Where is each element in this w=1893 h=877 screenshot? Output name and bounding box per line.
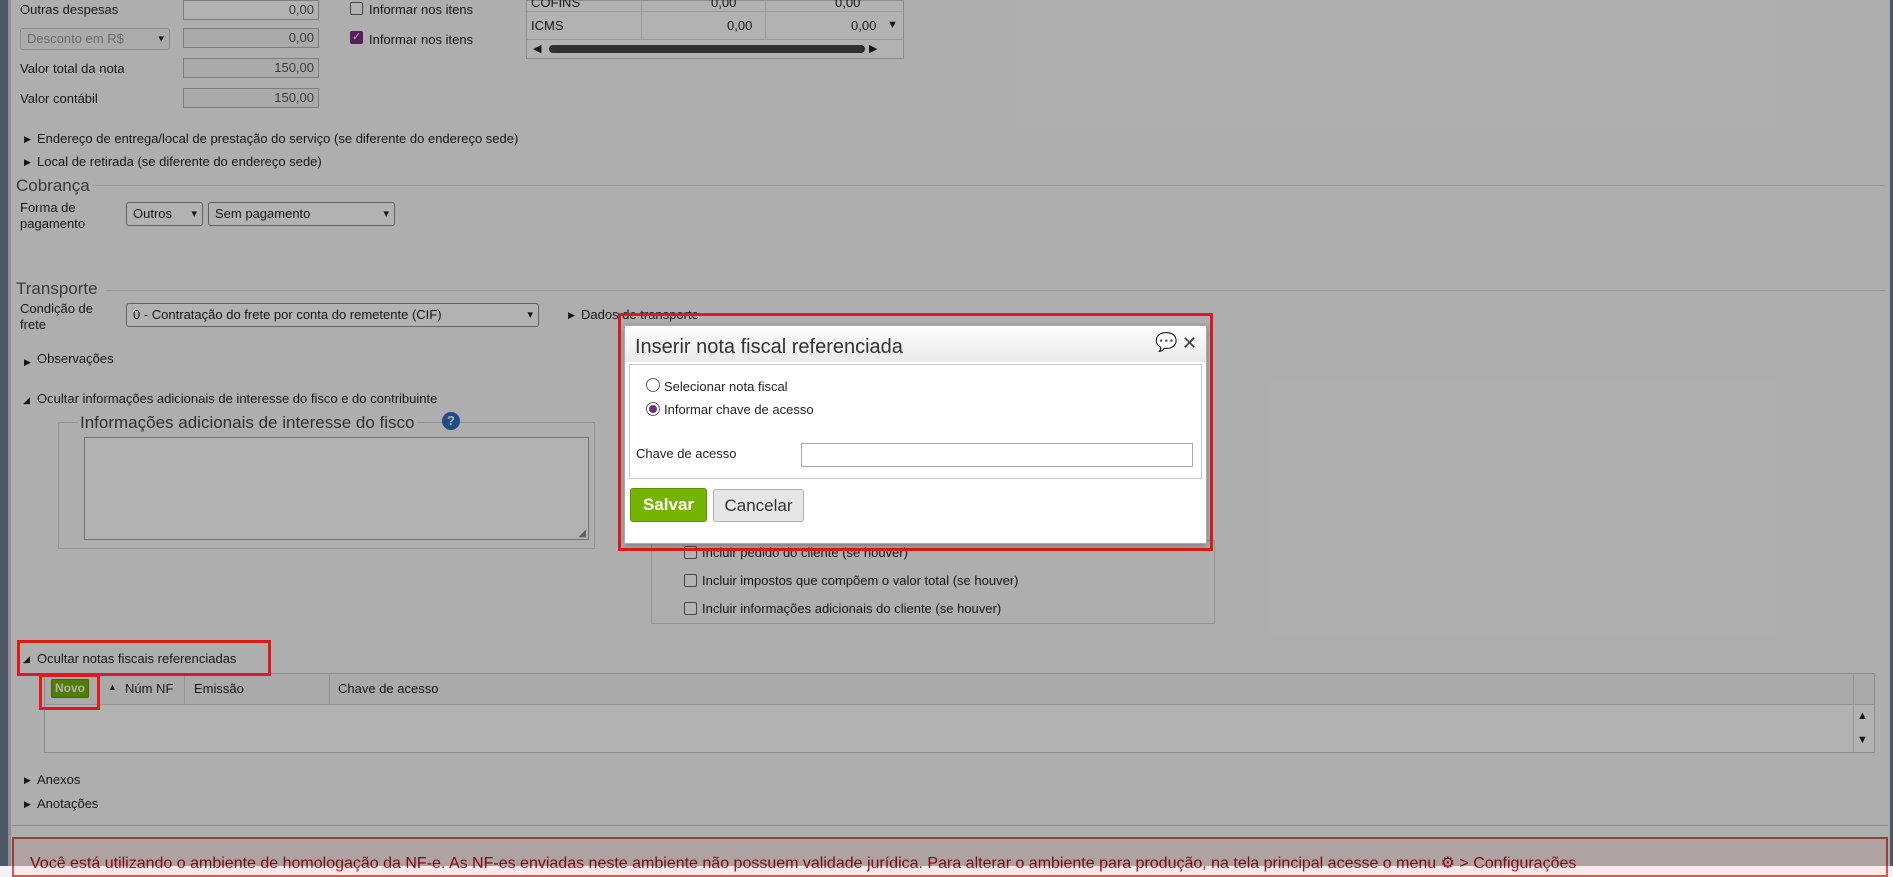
inserir-nf-dialog: Inserir nota fiscal referenciada 💬 ✕ Sel… [624, 325, 1207, 544]
radio-informar-chave-label[interactable]: Informar chave de acesso [664, 402, 814, 417]
comment-icon[interactable]: 💬 [1155, 332, 1177, 353]
save-button[interactable]: Salvar [630, 488, 707, 522]
radio-informar-chave[interactable] [646, 402, 660, 416]
radio-selecionar-nota-label[interactable]: Selecionar nota fiscal [664, 379, 788, 394]
radio-selecionar-nota[interactable] [646, 378, 660, 392]
cancel-button[interactable]: Cancelar [713, 489, 804, 522]
highlight-novo-button [39, 674, 100, 710]
chave-acesso-label: Chave de acesso [636, 446, 737, 461]
close-icon[interactable]: ✕ [1182, 333, 1197, 354]
dialog-title: Inserir nota fiscal referenciada [635, 336, 903, 358]
dialog-body: Selecionar nota fiscal Informar chave de… [629, 364, 1202, 479]
highlight-ocultar-notas [17, 640, 271, 676]
chave-acesso-input[interactable] [801, 443, 1193, 467]
